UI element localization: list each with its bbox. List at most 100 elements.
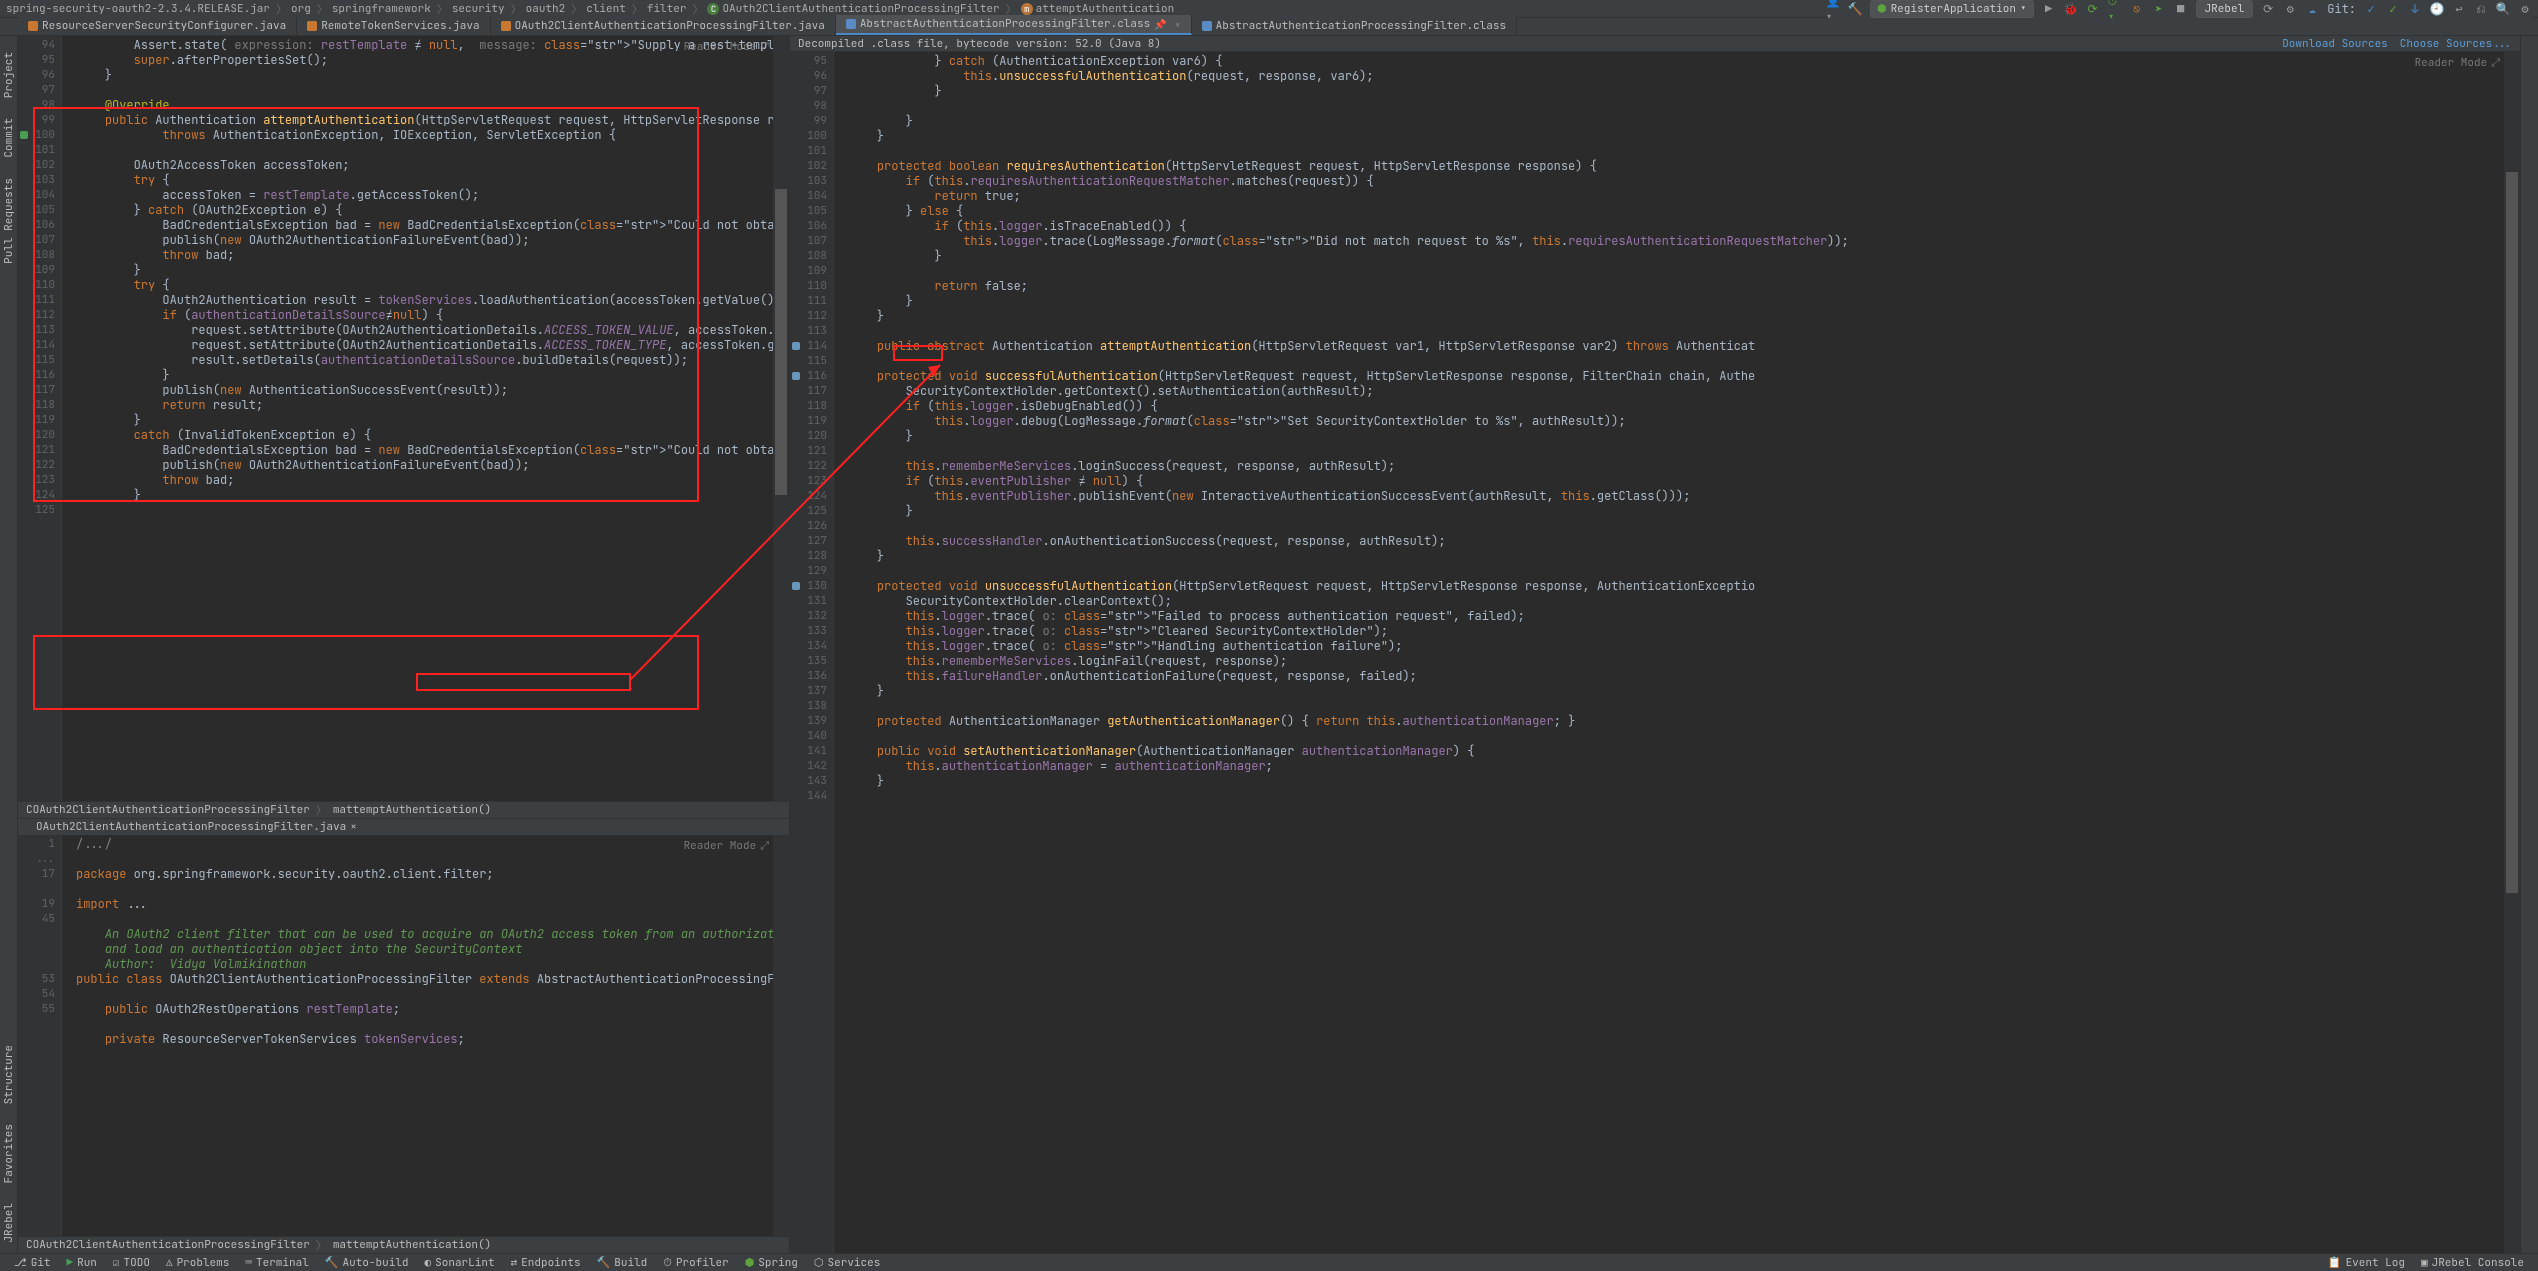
left-tab-structure[interactable]: Structure [0,1035,18,1114]
close-icon[interactable]: × [350,820,357,834]
status-problems[interactable]: ⚠Problems [158,1256,237,1270]
editor-bottom-left[interactable]: Reader Mode ⤢ 1...171945535455 /.../pack… [18,835,789,1236]
right-tool-strip [2520,36,2538,1253]
user-icon[interactable]: 👤▾ [1826,2,1840,16]
problems-icon: ⚠ [166,1256,173,1270]
status-jrebel-console[interactable]: ▣JRebel Console [2413,1256,2532,1270]
editor-breadcrumb-bottom: C OAuth2ClientAuthenticationProcessingFi… [18,1236,789,1253]
attach-icon[interactable]: ⎋ [2130,2,2144,16]
code-area[interactable]: Assert.state( expression: restTemplate ≠… [62,36,773,801]
git-branch-icon[interactable]: ✓ [2364,2,2378,16]
profiler-icon: ⏱ [663,1256,672,1270]
ide-settings-icon[interactable]: ⚙ [2518,2,2532,16]
run-icon[interactable]: ▶ [2042,2,2056,16]
breadcrumb-jar[interactable]: spring-security-oauth2-2.3.4.RELEASE.jar [6,2,270,16]
java-file-icon [501,21,511,31]
jr-refresh-icon[interactable]: ⟳ [2261,2,2275,16]
minimap[interactable] [2504,52,2520,1253]
editor-breadcrumb-top: C OAuth2ClientAuthenticationProcessingFi… [18,801,789,818]
todo-icon: ☑ [113,1256,120,1270]
status-profiler[interactable]: ⏱Profiler [655,1256,736,1270]
tab-1[interactable]: ResourceServerSecurityConfigurer.java [18,17,297,35]
status-endpoints[interactable]: ⇄Endpoints [503,1256,589,1270]
endpoints-icon: ⇄ [511,1256,518,1270]
git-history-icon[interactable]: 🕘 [2430,2,2444,16]
sub-editor-tabs: OAuth2ClientAuthenticationProcessingFilt… [18,818,789,835]
jrebel-button[interactable]: JRebel [2196,0,2254,18]
class-icon: C [26,1238,33,1252]
gutter[interactable]: 1...171945535455 [18,835,62,1236]
status-terminal[interactable]: ⌨Terminal [237,1256,316,1270]
status-todo[interactable]: ☑TODO [105,1256,158,1270]
tab-2[interactable]: RemoteTokenServices.java [297,17,490,35]
tab-5[interactable]: AbstractAuthenticationProcessingFilter.c… [1192,17,1517,35]
java-file-icon [307,21,317,31]
minimap[interactable] [773,835,789,1236]
status-services[interactable]: ⬡Services [806,1256,888,1270]
terminal-icon: ⌨ [245,1256,252,1270]
status-sonarlint[interactable]: ◐SonarLint [417,1256,503,1270]
jr-cloud-icon[interactable]: ☁ [2305,2,2319,16]
git-commit-icon[interactable]: ✓ [2386,2,2400,16]
right-editor-column: Decompiled .class file, bytecode version… [790,36,2520,1253]
gutter[interactable]: 9495969798991001011021031041051061071081… [18,36,62,801]
left-tab-jrebel[interactable]: JRebel [0,1193,18,1253]
run-config-selector[interactable]: ⬢ RegisterApplication ▾ [1870,0,2034,18]
jr-settings-icon[interactable]: ⚙ [2283,2,2297,16]
status-eventlog[interactable]: 📋Event Log [2320,1256,2413,1270]
editor-top-left[interactable]: Reader Mode ⤢ 94959697989910010110210310… [18,36,789,801]
tab-4[interactable]: AbstractAuthenticationProcessingFilter.c… [836,15,1192,35]
hammer-icon[interactable]: 🔨 [1848,2,1862,16]
services-icon: ⬡ [814,1256,824,1270]
code-area[interactable]: /.../package org.springframework.securit… [62,835,773,1236]
method-icon: m [1021,3,1033,15]
left-tab-pull-requests[interactable]: Pull Requests [0,168,18,274]
decompiled-banner: Decompiled .class file, bytecode version… [790,36,2520,52]
stop-icon[interactable]: ■ [2174,2,2188,16]
sub-tab[interactable]: OAuth2ClientAuthenticationProcessingFilt… [22,819,367,835]
minimap[interactable] [773,36,789,801]
status-build[interactable]: 🔨Build [589,1256,656,1270]
autobuild-icon: 🔨 [325,1256,339,1270]
editor-tabs: ResourceServerSecurityConfigurer.java Re… [0,18,2538,36]
left-tool-strip: Project Commit Pull Requests Structure F… [0,36,18,1253]
run-icon: ▶ [67,1256,74,1270]
download-sources-link[interactable]: Download Sources [2282,37,2388,51]
profile-icon[interactable]: ⏱▾ [2108,2,2122,16]
left-tab-commit[interactable]: Commit [0,108,18,168]
left-tab-project[interactable]: Project [0,42,18,108]
branch-icon: ⎇ [14,1256,27,1270]
gutter[interactable]: 9596979899100101102103104105106107108109… [790,52,834,1253]
close-icon[interactable]: × [1175,18,1181,31]
code-area[interactable]: } catch (AuthenticationException var6) {… [834,52,2504,1253]
method-icon: m [333,803,340,817]
main-split: Reader Mode ⤢ 94959697989910010110210310… [18,36,2520,1253]
git-update-icon[interactable]: ↓ [2408,2,2422,16]
java-file-icon [28,21,38,31]
status-autobuild[interactable]: 🔨Auto-build [317,1256,417,1270]
coverage-icon[interactable]: ⟳ [2086,2,2100,16]
jr-icon[interactable]: ➤ [2152,2,2166,16]
status-run[interactable]: ▶Run [59,1256,105,1270]
status-bar: ⎇Git ▶Run ☑TODO ⚠Problems ⌨Terminal 🔨Aut… [0,1253,2538,1271]
eventlog-icon: 📋 [2328,1256,2342,1270]
spring-leaf-icon: ⬢ [1877,2,1887,16]
status-spring[interactable]: ⬢Spring [737,1256,806,1270]
tab-3[interactable]: OAuth2ClientAuthenticationProcessingFilt… [491,17,836,35]
main-toolbar: 👤▾ 🔨 ⬢ RegisterApplication ▾ ▶ 🐞 ⟳ ⏱▾ ⎋ … [1826,0,2532,18]
search-everywhere-icon[interactable]: 🔍 [2496,2,2510,16]
choose-sources-link[interactable]: Choose Sources... [2400,37,2512,51]
debug-icon[interactable]: 🐞 [2064,2,2078,16]
editor-right[interactable]: Reader Mode ⤢ 95969798991001011021031041… [790,52,2520,1253]
left-editor-column: Reader Mode ⤢ 94959697989910010110210310… [18,36,790,1253]
banner-text: Decompiled .class file, bytecode version… [798,37,1161,51]
navigate-back-icon[interactable]: ⎌ [2474,2,2488,16]
status-git[interactable]: ⎇Git [6,1256,59,1270]
git-revert-icon[interactable]: ↩ [2452,2,2466,16]
class-file-icon [1202,21,1212,31]
left-tab-favorites[interactable]: Favorites [0,1114,18,1193]
build-icon: 🔨 [597,1256,611,1270]
method-icon: m [333,1238,340,1252]
pin-icon[interactable]: 📌 [1154,18,1166,31]
class-icon: C [707,3,719,15]
